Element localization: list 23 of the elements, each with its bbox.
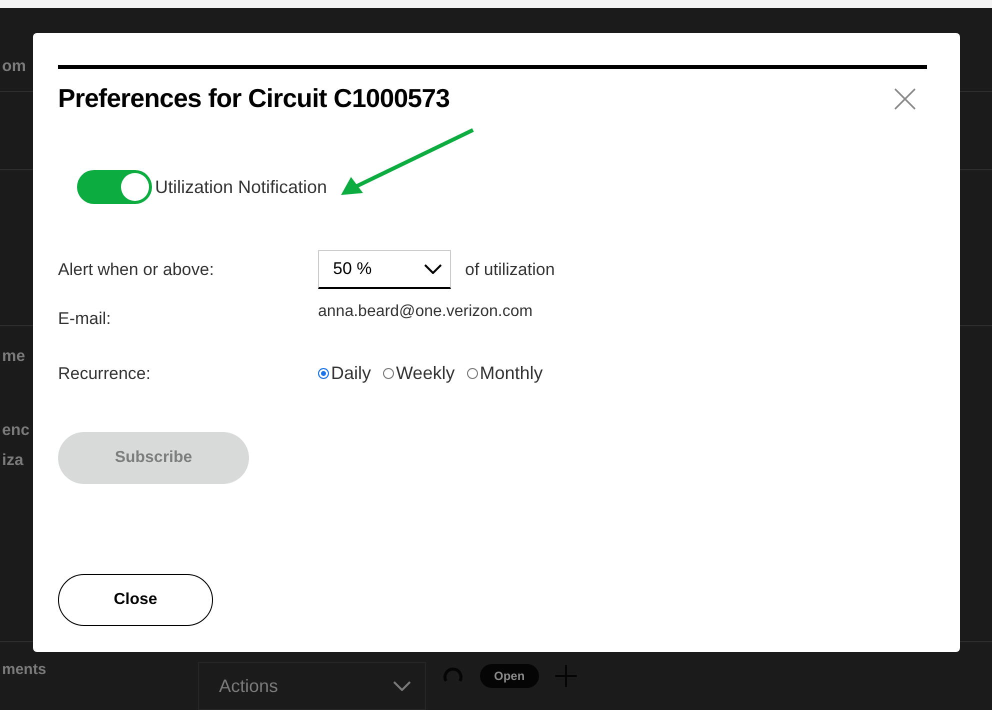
- field-label: Alert when or above:: [58, 260, 215, 280]
- status-pill: Open: [480, 664, 539, 688]
- background-text: iza: [1, 452, 24, 470]
- radio-option[interactable]: Daily: [318, 363, 372, 384]
- email-value: anna.beard@one.verizon.com: [318, 303, 533, 321]
- toggle-switch[interactable]: [77, 170, 152, 204]
- field-label: Recurrence:: [58, 364, 152, 384]
- background-text: enc: [1, 422, 30, 440]
- threshold-dropdown[interactable]: 50 %: [318, 250, 451, 289]
- toggle-label: Utilization Notification: [155, 176, 328, 198]
- close-button[interactable]: Close: [58, 574, 213, 626]
- radio-option[interactable]: Monthly: [466, 363, 543, 384]
- field-label: E-mail:: [58, 309, 112, 329]
- chevron-down-icon: [424, 264, 442, 274]
- dialog-title: Preferences for Circuit C1000573: [58, 83, 450, 114]
- actions-dropdown[interactable]: Actions: [198, 662, 426, 710]
- close-icon[interactable]: [893, 86, 917, 110]
- background-text: ments: [1, 660, 48, 678]
- background-text: me: [1, 348, 26, 366]
- radio-option[interactable]: Weekly: [383, 363, 455, 384]
- field-suffix: of utilization: [465, 260, 555, 280]
- background-text: om: [1, 58, 26, 76]
- chevron-down-icon: [393, 681, 411, 691]
